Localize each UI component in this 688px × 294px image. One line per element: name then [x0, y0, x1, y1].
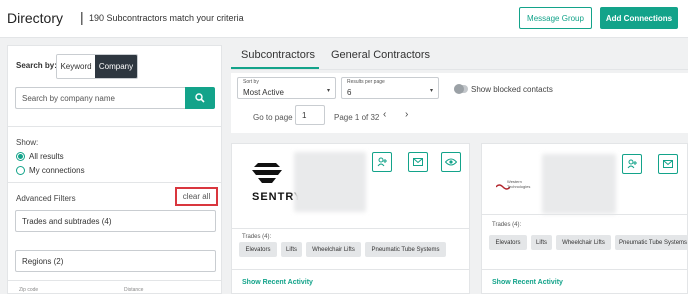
divider [232, 269, 469, 270]
zip-code-label: Zip code [19, 287, 39, 293]
company-mode-button[interactable]: Company [95, 55, 137, 78]
divider [482, 214, 687, 215]
radio-all-results[interactable]: All results [16, 152, 64, 161]
keyword-mode-button[interactable]: Keyword [57, 55, 95, 78]
go-to-page-label: Go to page [253, 113, 293, 122]
message-group-button[interactable]: Message Group [519, 7, 592, 29]
page-count: Page 1 of 32 [334, 113, 380, 122]
regions-filter[interactable]: Regions (2) [15, 250, 216, 272]
chevron-down-icon: ▾ [429, 88, 433, 94]
search-mode-toggle: Keyword Company [56, 54, 138, 79]
chevron-down-icon: ▾ [326, 88, 330, 94]
trades-filter[interactable]: Trades and subtrades (4) [15, 210, 216, 232]
blurred-company-info [294, 152, 366, 212]
trade-chip: Pneumatic Tube Systems [615, 235, 688, 250]
results-controls: Sort by Most Active ▾ Results per page 6… [231, 73, 688, 133]
show-blocked-label: Show blocked contacts [471, 85, 553, 94]
divider [8, 126, 221, 127]
trades-label: Trades (4): [492, 222, 522, 228]
radio-checked-icon [16, 152, 25, 161]
show-recent-activity-link[interactable]: Show Recent Activity [492, 279, 563, 286]
show-blocked-toggle[interactable] [454, 84, 468, 94]
radio-label: My connections [29, 166, 85, 175]
company-search-input[interactable]: Search by company name [15, 87, 186, 109]
trade-chip: Elevators [239, 242, 277, 257]
sort-by-value: Most Active [243, 88, 284, 97]
prev-page-icon[interactable]: ‹ [383, 109, 386, 120]
add-contact-button[interactable] [372, 152, 392, 172]
western-technologies-logo: Western Technologies [495, 178, 540, 190]
show-label: Show: [16, 138, 39, 147]
message-button[interactable] [408, 152, 428, 172]
trade-chip: Wheelchair Lifts [556, 235, 611, 250]
show-recent-activity-link[interactable]: Show Recent Activity [242, 279, 313, 286]
company-card: SENTRY [231, 143, 470, 294]
search-by-label: Search by: [16, 61, 57, 70]
radio-label: All results [29, 152, 64, 161]
add-contact-icon [627, 159, 637, 169]
divider [232, 228, 469, 229]
result-count: 190 Subcontractors match your criteria [89, 13, 244, 23]
tab-general-contractors[interactable]: General Contractors [331, 49, 430, 61]
page-title: Directory [7, 10, 64, 26]
results-per-page-dropdown[interactable]: Results per page 6 ▾ [341, 77, 439, 99]
blurred-company-info [542, 154, 616, 214]
company-card: Western Technologies [481, 143, 688, 294]
eye-icon [445, 158, 457, 166]
tab-divider [231, 69, 688, 70]
results-per-page-value: 6 [347, 88, 352, 97]
clear-all-link[interactable]: clear all [175, 187, 218, 206]
trade-chip: Pneumatic Tube Systems [365, 242, 446, 257]
add-contact-icon [377, 157, 387, 167]
sort-by-dropdown[interactable]: Sort by Most Active ▾ [237, 77, 336, 99]
search-icon [195, 93, 205, 103]
filter-panel: Search by: Keyword Company Search by com… [7, 45, 222, 294]
tab-subcontractors[interactable]: Subcontractors [241, 49, 315, 61]
trade-chip: Wheelchair Lifts [306, 242, 361, 257]
mail-icon [663, 160, 673, 168]
mail-icon [413, 158, 423, 166]
radio-my-connections[interactable]: My connections [16, 166, 85, 175]
page-number-input[interactable]: 1 [295, 105, 325, 125]
results-per-page-label: Results per page [347, 79, 385, 85]
trade-chip: Lifts [281, 242, 302, 257]
trades-label: Trades (4): [242, 234, 272, 240]
search-button[interactable] [185, 87, 215, 109]
next-page-icon[interactable]: › [405, 109, 408, 120]
message-button[interactable] [658, 154, 678, 174]
radio-unchecked-icon [16, 166, 25, 175]
trade-chip: Lifts [531, 235, 552, 250]
distance-label: Distance [124, 287, 144, 293]
divider [8, 182, 221, 183]
trade-chip: Elevators [489, 235, 527, 250]
top-bar: Directory | 190 Subcontractors match you… [0, 0, 688, 38]
view-button[interactable] [441, 152, 461, 172]
add-contact-button[interactable] [622, 154, 642, 174]
divider [482, 269, 687, 270]
add-connections-button[interactable]: Add Connections [600, 7, 678, 29]
divider [8, 280, 221, 281]
sentry-logo-icon [252, 163, 282, 183]
sort-by-label: Sort by [243, 79, 259, 85]
title-separator: | [80, 9, 84, 25]
advanced-filters-label: Advanced Filters [16, 194, 76, 203]
company-logo-text: Western Technologies [507, 179, 531, 189]
